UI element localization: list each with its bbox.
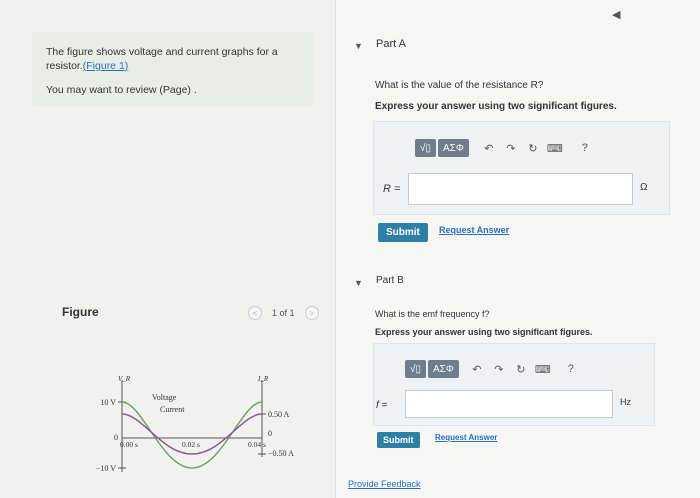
part-a-toolbar: √▯ AΣΦ ↶ ↷ ↻ ⌨ ? [415, 139, 595, 157]
problem-text-line2: resistor.(Figure 1) [46, 60, 128, 72]
i-plus-label: 0.50 A [268, 410, 290, 419]
part-a-answer-input[interactable] [408, 173, 633, 205]
part-a-templates-button[interactable]: √▯ [415, 139, 436, 157]
part-a-submit-button[interactable]: Submit [378, 223, 428, 242]
part-b-variable-label: f = [376, 400, 388, 411]
keyboard-icon[interactable]: ⌨ [545, 142, 565, 155]
v-axis-label: V_R [118, 375, 131, 383]
t0-label: 0.00 s [120, 440, 138, 449]
v-zero-label: 0 [114, 433, 118, 442]
part-b-request-answer-link[interactable]: Request Answer [435, 433, 497, 442]
keyboard-icon[interactable]: ⌨ [533, 363, 553, 376]
help-icon[interactable]: ? [561, 363, 581, 375]
voltage-curve [121, 401, 263, 469]
voltage-current-graph: V_R I_R 10 V 0 −10 V Voltage Current 0.5… [96, 375, 294, 473]
part-a-question: What is the value of the resistance R? [375, 80, 544, 91]
pager-text: 1 of 1 [272, 308, 295, 318]
figure-label: Figure [62, 305, 99, 319]
undo-icon[interactable]: ↶ [467, 363, 487, 376]
i-minus-label: −0.50 A [268, 449, 294, 458]
t1-label: 0.02 s [182, 440, 200, 449]
problem-statement: The figure shows voltage and current gra… [32, 32, 314, 106]
part-a-collapse-icon[interactable]: ▼ [354, 41, 363, 51]
undo-icon[interactable]: ↶ [479, 142, 499, 155]
part-b-templates-button[interactable]: √▯ [405, 360, 426, 378]
scroll-arrow-icon[interactable]: ◀ [612, 8, 620, 21]
part-a-title[interactable]: Part A [376, 38, 406, 50]
part-b-answer-input[interactable] [405, 390, 613, 418]
part-b-greek-button[interactable]: AΣΦ [428, 360, 459, 378]
panel-divider [335, 0, 336, 498]
part-b-question: What is the emf frequency f? [375, 309, 490, 319]
legend-voltage: Voltage [152, 393, 177, 402]
redo-icon[interactable]: ↷ [489, 363, 509, 376]
redo-icon[interactable]: ↷ [501, 142, 521, 155]
problem-text-line1: The figure shows voltage and current gra… [46, 46, 278, 58]
reset-icon[interactable]: ↻ [511, 363, 531, 376]
t2-label: 0.04 s [248, 440, 266, 449]
part-b-title[interactable]: Part B [376, 275, 404, 286]
next-figure-button[interactable]: > [304, 306, 319, 320]
part-b-unit: Hz [620, 397, 631, 407]
part-a-variable-label: R = [383, 183, 401, 195]
legend-current: Current [160, 405, 185, 414]
part-a-greek-button[interactable]: AΣΦ [438, 139, 469, 157]
part-b-collapse-icon[interactable]: ▼ [354, 278, 363, 288]
v-minus-label: −10 V [96, 464, 116, 473]
reset-icon[interactable]: ↻ [523, 142, 543, 155]
figure-pager: < 1 of 1 > [248, 306, 319, 320]
part-a-request-answer-link[interactable]: Request Answer [439, 225, 509, 235]
part-a-instruction: Express your answer using two significan… [375, 101, 617, 112]
problem-text-prefix: resistor. [46, 60, 83, 72]
i-axis-label: I_R [257, 375, 269, 383]
part-a-unit: Ω [640, 182, 648, 193]
help-icon[interactable]: ? [575, 142, 595, 154]
part-b-toolbar: √▯ AΣΦ ↶ ↷ ↻ ⌨ ? [405, 360, 581, 378]
v-plus-label: 10 V [100, 398, 116, 407]
figure-link[interactable]: (Figure 1) [83, 60, 129, 72]
part-b-submit-button[interactable]: Submit [377, 432, 420, 448]
review-text: You may want to review (Page) . [46, 84, 197, 96]
provide-feedback-link[interactable]: Provide Feedback [348, 479, 421, 489]
prev-figure-button[interactable]: < [248, 306, 262, 320]
i-zero-label: 0 [268, 429, 272, 438]
part-b-instruction: Express your answer using two significan… [375, 327, 593, 337]
